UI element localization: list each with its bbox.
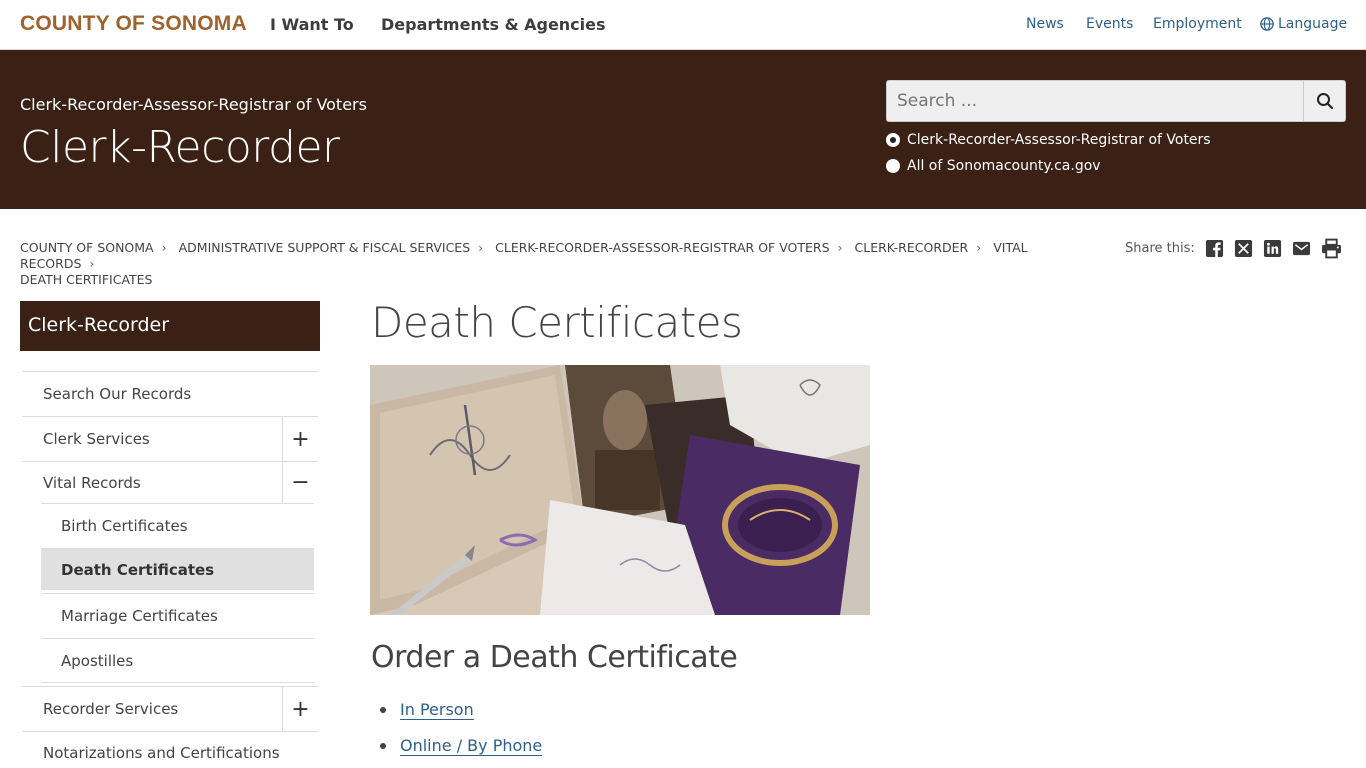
x-icon[interactable]: [1234, 239, 1253, 258]
sidebar-subitem-marriage-certificates[interactable]: Marriage Certificates: [41, 593, 314, 638]
sidebar-subitem-apostilles[interactable]: Apostilles: [41, 638, 314, 683]
hero-image-memorial-cards: [370, 365, 870, 615]
sidebar-subitem-death-certificates[interactable]: Death Certificates: [41, 548, 314, 590]
nav-events[interactable]: Events: [1086, 16, 1133, 32]
order-section-title: Order a Death Certificate: [371, 640, 738, 675]
breadcrumb-item[interactable]: CLERK-RECORDER-ASSESSOR-REGISTRAR OF VOT…: [495, 240, 829, 255]
language-selector[interactable]: Language: [1260, 16, 1347, 32]
sidebar-item-vital-records[interactable]: Vital Records −: [22, 461, 318, 503]
breadcrumb-item[interactable]: COUNTY OF SONOMA: [20, 240, 154, 255]
breadcrumb-separator-icon: ›: [89, 256, 95, 271]
radio-button-checked[interactable]: [886, 133, 900, 147]
sidebar-item-label: Clerk Services: [43, 430, 150, 448]
search-button[interactable]: [1303, 81, 1345, 121]
sidebar-item-label: Search Our Records: [43, 385, 192, 403]
sidebar-title[interactable]: Clerk-Recorder: [20, 301, 320, 351]
nav-employment[interactable]: Employment: [1153, 16, 1242, 32]
nav-i-want-to[interactable]: I Want To: [270, 15, 354, 34]
county-logo[interactable]: COUNTY OF SONOMA: [20, 12, 247, 36]
scope-label-department: Clerk-Recorder-Assessor-Registrar of Vot…: [907, 132, 1211, 148]
memorial-cards-illustration: [370, 365, 870, 615]
sidebar-subitem-label: Birth Certificates: [61, 516, 188, 535]
radio-button[interactable]: [886, 159, 900, 173]
search-input[interactable]: [887, 81, 1305, 121]
collapse-toggle-icon[interactable]: −: [282, 462, 318, 503]
sidebar-subitem-label: Marriage Certificates: [61, 607, 218, 625]
share-label: Share this:: [1125, 241, 1195, 256]
scope-option-all[interactable]: All of Sonomacounty.ca.gov: [886, 158, 1101, 174]
department-banner: Clerk-Recorder-Assessor-Registrar of Vot…: [0, 50, 1366, 209]
sidebar-item-label: Recorder Services: [43, 700, 179, 718]
page-title: Death Certificates: [371, 298, 743, 347]
breadcrumb-separator-icon: ›: [161, 240, 167, 255]
breadcrumb-separator-icon: ›: [478, 240, 484, 255]
sidebar-subitem-birth-certificates[interactable]: Birth Certificates: [41, 503, 314, 547]
scope-option-department[interactable]: Clerk-Recorder-Assessor-Registrar of Vot…: [886, 132, 1211, 148]
link-in-person[interactable]: In Person: [400, 700, 474, 720]
print-icon[interactable]: [1321, 238, 1342, 259]
sidebar-subitem-label: Apostilles: [61, 651, 134, 670]
section-title: Clerk-Recorder: [20, 122, 340, 173]
list-item: Online / By Phone: [380, 728, 543, 764]
breadcrumb-separator-icon: ›: [837, 240, 843, 255]
list-item: In Person: [380, 692, 542, 728]
sidebar-subitem-label: Death Certificates: [61, 560, 215, 579]
scope-label-all: All of Sonomacounty.ca.gov: [907, 158, 1101, 174]
facebook-icon[interactable]: [1205, 239, 1224, 258]
nav-departments-agencies[interactable]: Departments & Agencies: [381, 15, 606, 34]
sidebar-item-search-records[interactable]: Search Our Records: [22, 371, 318, 416]
breadcrumb-current: DEATH CERTIFICATES: [20, 272, 153, 287]
search-box: [886, 80, 1346, 122]
breadcrumb-separator-icon: ›: [976, 240, 982, 255]
expand-toggle-icon[interactable]: +: [282, 687, 318, 731]
top-navigation: COUNTY OF SONOMA I Want To Departments &…: [0, 0, 1366, 50]
globe-icon: [1260, 17, 1274, 31]
linkedin-icon[interactable]: [1263, 239, 1282, 258]
nav-news[interactable]: News: [1026, 16, 1064, 32]
sidebar-item-label: Notarizations and Certifications: [43, 743, 280, 762]
link-online-by-phone[interactable]: Online / By Phone: [400, 736, 543, 756]
search-icon: [1316, 93, 1333, 110]
department-name[interactable]: Clerk-Recorder-Assessor-Registrar of Vot…: [20, 95, 367, 114]
email-icon[interactable]: [1292, 239, 1311, 258]
expand-toggle-icon[interactable]: +: [282, 417, 318, 461]
order-options-list: In Person Online / By Phone: [380, 692, 543, 764]
breadcrumb: COUNTY OF SONOMA › ADMINISTRATIVE SUPPORT…: [20, 240, 1100, 288]
sidebar-item-notarizations[interactable]: Notarizations and Certifications: [22, 731, 318, 768]
breadcrumb-item[interactable]: ADMINISTRATIVE SUPPORT & FISCAL SERVICES: [179, 240, 471, 255]
sidebar-item-label: Vital Records: [43, 473, 141, 492]
breadcrumb-item[interactable]: CLERK-RECORDER: [855, 240, 969, 255]
language-label: Language: [1278, 16, 1348, 32]
sidebar-item-clerk-services[interactable]: Clerk Services +: [22, 416, 318, 461]
sidebar-item-recorder-services[interactable]: Recorder Services +: [22, 686, 318, 731]
share-bar: Share this:: [1125, 238, 1342, 259]
